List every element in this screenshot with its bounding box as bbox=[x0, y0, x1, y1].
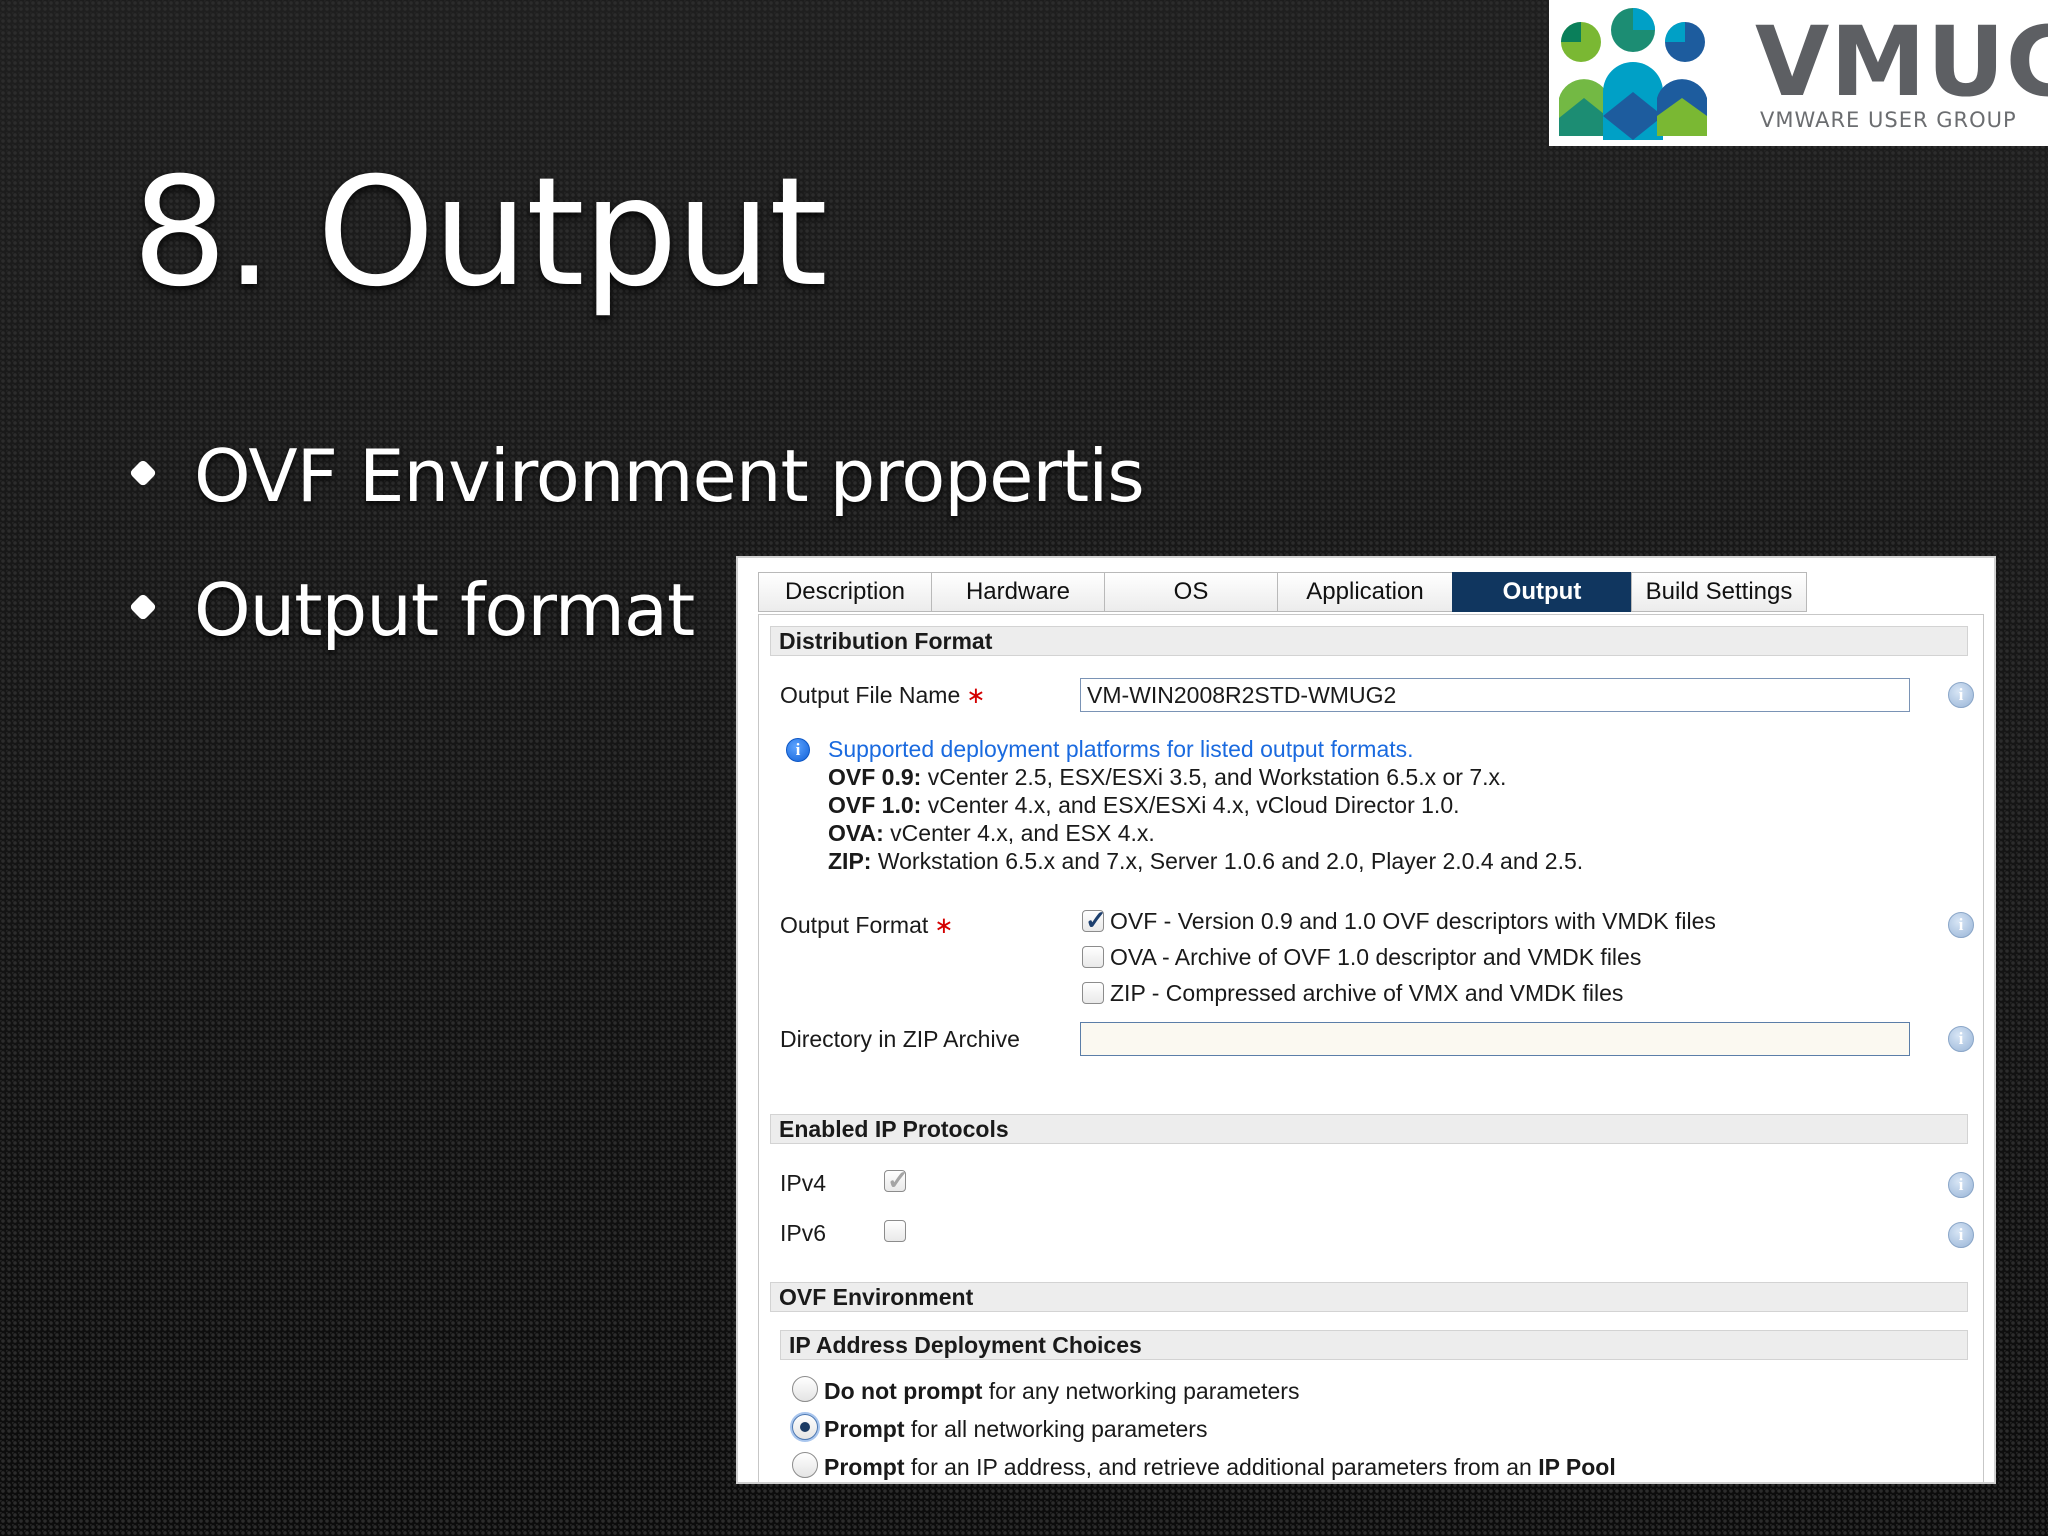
ipv6-checkbox[interactable] bbox=[884, 1220, 906, 1242]
checkmark-icon: ✓ bbox=[1085, 905, 1107, 935]
radio-do-not-prompt[interactable] bbox=[792, 1376, 818, 1402]
platform-note: OVF 1.0: vCenter 4.x, and ESX/ESXi 4.x, … bbox=[828, 792, 1460, 818]
ovf-environment-header: OVF Environment bbox=[770, 1282, 1968, 1312]
info-icon[interactable]: i bbox=[1948, 1172, 1974, 1198]
ip-deployment-choices-header: IP Address Deployment Choices bbox=[780, 1330, 1968, 1360]
zip-directory-input[interactable] bbox=[1080, 1022, 1910, 1056]
info-icon: i bbox=[786, 738, 810, 762]
tab-build-settings[interactable]: Build Settings bbox=[1631, 572, 1807, 612]
ovf-format-checkbox[interactable]: ✓ bbox=[1082, 905, 1107, 935]
output-file-name-label: Output File Name ∗ bbox=[780, 682, 986, 708]
vmug-logo: VMUG VMWARE USER GROUP bbox=[1549, 0, 2048, 146]
enabled-ip-protocols-header: Enabled IP Protocols bbox=[770, 1114, 1968, 1144]
output-file-name-input[interactable]: VM-WIN2008R2STD-WMUG2 bbox=[1080, 678, 1910, 712]
platform-note: OVA: vCenter 4.x, and ESX 4.x. bbox=[828, 820, 1155, 846]
radio-label-prompt-all: Prompt for all networking parameters bbox=[824, 1416, 1208, 1442]
tab-bar: Description Hardware OS Application Outp… bbox=[758, 572, 1807, 614]
tab-description[interactable]: Description bbox=[758, 572, 932, 612]
zip-format-checkbox[interactable] bbox=[1082, 982, 1104, 1004]
ipv4-label: IPv4 bbox=[780, 1170, 827, 1196]
ova-format-checkbox[interactable] bbox=[1082, 946, 1104, 968]
info-icon[interactable]: i bbox=[1948, 1026, 1974, 1052]
vmug-people-icon bbox=[1559, 8, 1707, 140]
bullet-item: OVF Environment propertis bbox=[128, 440, 1145, 512]
bullet-text: OVF Environment propertis bbox=[194, 434, 1145, 518]
radio-prompt-all[interactable] bbox=[792, 1414, 818, 1440]
distribution-format-header: Distribution Format bbox=[770, 626, 1968, 656]
ovf-format-label: OVF - Version 0.9 and 1.0 OVF descriptor… bbox=[1110, 908, 1716, 934]
bullet-item: Output format bbox=[128, 574, 695, 646]
tab-application[interactable]: Application bbox=[1277, 572, 1453, 612]
tab-os[interactable]: OS bbox=[1104, 572, 1278, 612]
ipv4-checkbox[interactable]: ✓ bbox=[884, 1165, 909, 1195]
output-format-label: Output Format ∗ bbox=[780, 912, 954, 938]
logo-wordmark: VMUG bbox=[1755, 6, 2048, 118]
info-icon[interactable]: i bbox=[1948, 1222, 1974, 1248]
bullet-marker-icon bbox=[128, 459, 158, 488]
tab-hardware[interactable]: Hardware bbox=[931, 572, 1105, 612]
zip-directory-label: Directory in ZIP Archive bbox=[780, 1026, 1020, 1052]
required-asterisk-icon: ∗ bbox=[934, 912, 954, 938]
bullet-text: Output format bbox=[194, 568, 695, 652]
radio-label-prompt-ip-pool: Prompt for an IP address, and retrieve a… bbox=[824, 1454, 1616, 1480]
radio-label-do-not-prompt: Do not prompt for any networking paramet… bbox=[824, 1378, 1300, 1404]
logo-tagline: VMWARE USER GROUP bbox=[1760, 108, 2017, 132]
ipv6-label: IPv6 bbox=[780, 1220, 827, 1246]
zip-format-label: ZIP - Compressed archive of VMX and VMDK… bbox=[1110, 980, 1624, 1006]
required-asterisk-icon: ∗ bbox=[966, 682, 986, 708]
slide-title: 8. Output bbox=[132, 146, 828, 320]
info-icon[interactable]: i bbox=[1948, 912, 1974, 938]
radio-prompt-ip-pool[interactable] bbox=[792, 1452, 818, 1478]
tab-output[interactable]: Output bbox=[1452, 572, 1632, 612]
ova-format-label: OVA - Archive of OVF 1.0 descriptor and … bbox=[1110, 944, 1642, 970]
checkmark-icon: ✓ bbox=[887, 1165, 909, 1195]
info-icon[interactable]: i bbox=[1948, 682, 1974, 708]
bullet-marker-icon bbox=[128, 593, 158, 622]
output-settings-panel: Description Hardware OS Application Outp… bbox=[736, 556, 1996, 1484]
platform-note: OVF 0.9: vCenter 2.5, ESX/ESXi 3.5, and … bbox=[828, 764, 1507, 790]
platform-note: ZIP: Workstation 6.5.x and 7.x, Server 1… bbox=[828, 848, 1584, 874]
supported-platforms-link[interactable]: Supported deployment platforms for liste… bbox=[828, 736, 1414, 763]
